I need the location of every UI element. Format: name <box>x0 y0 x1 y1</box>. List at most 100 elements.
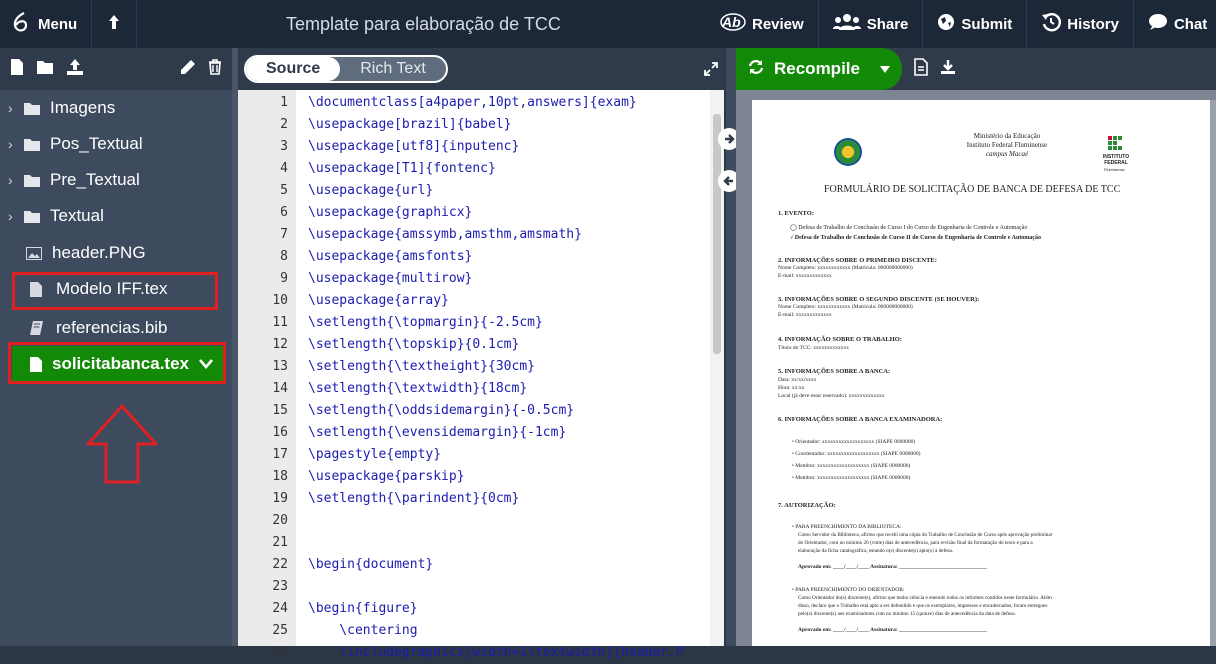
menu-button[interactable]: Menu <box>0 0 91 48</box>
code-line[interactable]: \usepackage{multirow} <box>308 268 472 290</box>
upload-icon[interactable] <box>66 58 84 81</box>
image-file-icon <box>26 246 52 260</box>
line-number: 4 <box>280 161 288 176</box>
section-banca: 5. INFORMAÇÕES SOBRE A BANCA: <box>778 368 891 375</box>
code-line[interactable]: \documentclass[a4paper,10pt,answers]{exa… <box>308 92 637 114</box>
submit-button[interactable]: Submit <box>922 0 1026 48</box>
review-label: Review <box>752 15 804 33</box>
code-line[interactable]: \setlength{\topskip}{0.1cm} <box>308 334 519 356</box>
folder-icon <box>24 102 50 115</box>
biblioteca-text-3: elaboração da ficha catalográfica, estan… <box>798 548 954 554</box>
section-segundo-discente: 3. INFORMAÇÕES SOBRE O SEGUNDO DISCENTE … <box>778 296 980 303</box>
line-number: 23 <box>272 579 288 594</box>
delete-trash-icon[interactable] <box>208 58 222 80</box>
new-folder-icon[interactable] <box>36 59 54 80</box>
tab-rich-text[interactable]: Rich Text <box>340 57 446 81</box>
line-number: 3 <box>280 139 288 154</box>
code-line[interactable]: \usepackage{amsfonts} <box>308 246 472 268</box>
file-tree-panel: › Imagens › Pos_Textual › Pre_Textual › … <box>0 48 232 646</box>
pdf-page[interactable]: Ministério da Educação Instituto Federal… <box>752 100 1210 646</box>
code-line[interactable]: \usepackage[utf8]{inputenc} <box>308 136 519 158</box>
banca-hora: Hora: xx:xx <box>778 385 805 391</box>
rename-pencil-icon[interactable] <box>180 59 196 80</box>
tree-item-label: header.PNG <box>52 243 146 262</box>
pdf-scrollbar[interactable] <box>1210 100 1216 646</box>
highlight-box-modelo <box>12 272 218 310</box>
menu-label: Menu <box>38 15 78 33</box>
pdf-preview-panel: Recompile Ministério da Educação Institu… <box>736 48 1216 646</box>
pane-splitter[interactable] <box>718 48 740 646</box>
orientador-text-3: pelo(s) discente(s) aos examinadores com… <box>798 611 1016 617</box>
tree-folder-pre-textual[interactable]: › Pre_Textual <box>0 162 140 198</box>
line-number: 1 <box>280 95 288 110</box>
review-icon: Ab <box>720 13 746 35</box>
code-line[interactable]: \setlength{\textheight}{30cm} <box>308 356 535 378</box>
tree-item-label: Imagens <box>50 98 116 117</box>
code-line[interactable]: \begin{document} <box>308 554 433 576</box>
code-line[interactable]: \setlength{\textwidth}{18cm} <box>308 378 527 400</box>
segundo-email: E-mail: xxxxxxxxxxxxx <box>778 312 832 318</box>
membro-line-1: • Membro: xxxxxxxxxxxxxxxxxxx (SIAPE 000… <box>792 463 911 469</box>
tree-file-header-png[interactable]: header.PNG <box>0 235 146 271</box>
code-line[interactable]: \usepackage{url} <box>308 180 433 202</box>
primeiro-email: E-mail: xxxxxxxxxxxxx <box>778 273 832 279</box>
code-line[interactable]: \setlength{\parindent}{0cm} <box>308 488 519 510</box>
share-button[interactable]: Share <box>817 0 923 48</box>
folder-icon <box>24 174 50 187</box>
chevron-right-icon: › <box>8 100 13 116</box>
biblioteca-text-1: Como Servidor da Biblioteca, afirmo que … <box>798 532 1053 538</box>
book-icon <box>30 321 56 335</box>
recompile-button[interactable]: Recompile <box>736 48 902 90</box>
orientador-line: • Orientador: xxxxxxxxxxxxxxxxxxx (SIAPE… <box>792 439 916 445</box>
code-line[interactable]: \centering <box>308 620 417 642</box>
caret-down-icon[interactable] <box>879 59 890 79</box>
line-number: 10 <box>272 293 288 308</box>
users-icon <box>832 13 861 35</box>
document-title: FORMULÁRIO DE SOLICITAÇÃO DE BANCA DE DE… <box>824 184 1121 195</box>
new-file-icon[interactable] <box>10 58 24 81</box>
code-line[interactable]: \usepackage[T1]{fontenc} <box>308 158 496 180</box>
tab-source[interactable]: Source <box>246 57 341 81</box>
line-number: 9 <box>280 271 288 286</box>
tree-folder-textual[interactable]: › Textual <box>0 198 104 234</box>
tree-folder-imagens[interactable]: › Imagens <box>0 90 115 126</box>
code-line[interactable]: \usepackage{graphicx} <box>308 202 472 224</box>
primeiro-nome: Nome Completo: xxxxxxxxxxxx (Matrícula: … <box>778 265 913 271</box>
chat-button[interactable]: Chat <box>1132 0 1216 48</box>
chevron-right-icon: › <box>8 208 13 224</box>
orientador-text-2: disso, declaro que o Trabalho está apto … <box>798 603 1048 609</box>
code-line[interactable]: \setlength{\evensidemargin}{-1cm} <box>308 422 566 444</box>
brasao-logo-icon <box>834 138 862 166</box>
code-line[interactable]: \setlength{\oddsidemargin}{-0.5cm} <box>308 400 574 422</box>
tree-folder-pos-textual[interactable]: › Pos_Textual <box>0 126 143 162</box>
code-line[interactable]: \setlength{\topmargin}{-2.5cm} <box>308 312 543 334</box>
line-number: 22 <box>272 557 288 572</box>
refresh-icon <box>748 59 764 80</box>
editor-scrollbar-thumb[interactable] <box>713 114 721 354</box>
code-line[interactable]: \usepackage{parskip} <box>308 466 465 488</box>
review-button[interactable]: Ab Review <box>706 0 818 48</box>
chat-icon <box>1148 13 1168 35</box>
history-button[interactable]: History <box>1026 0 1133 48</box>
code-line[interactable]: \usepackage[brazil]{babel} <box>308 114 512 136</box>
download-pdf-icon[interactable] <box>940 59 956 80</box>
code-line[interactable]: \usepackage{array} <box>308 290 449 312</box>
code-line[interactable]: \usepackage{amssymb,amsthm,amsmath} <box>308 224 582 246</box>
header-line2: Instituto Federal Fluminense <box>966 141 1048 149</box>
code-line[interactable]: \includegraphics[width=1\textwidth]{head… <box>308 642 683 664</box>
code-line[interactable]: \begin{figure} <box>308 598 418 620</box>
pdf-toolbar: Recompile <box>736 48 1216 90</box>
line-number: 11 <box>272 315 288 330</box>
code-area[interactable]: 1 \documentclass[a4paper,10pt,answers]{ex… <box>238 90 724 660</box>
code-line[interactable]: \pagestyle{empty} <box>308 444 441 466</box>
chat-label: Chat <box>1173 15 1208 33</box>
source-editor-panel: Source Rich Text 1 \documentclass[a4paper… <box>238 48 724 660</box>
tree-item-label: referencias.bib <box>56 318 168 337</box>
history-icon <box>1041 12 1062 36</box>
back-to-projects-button[interactable] <box>92 0 136 48</box>
tree-file-referencias[interactable]: referencias.bib <box>0 310 168 346</box>
project-title: Template para elaboração de TCC <box>286 14 561 34</box>
logs-icon[interactable] <box>914 57 928 81</box>
history-label: History <box>1067 15 1119 33</box>
expand-icon[interactable] <box>704 62 718 81</box>
